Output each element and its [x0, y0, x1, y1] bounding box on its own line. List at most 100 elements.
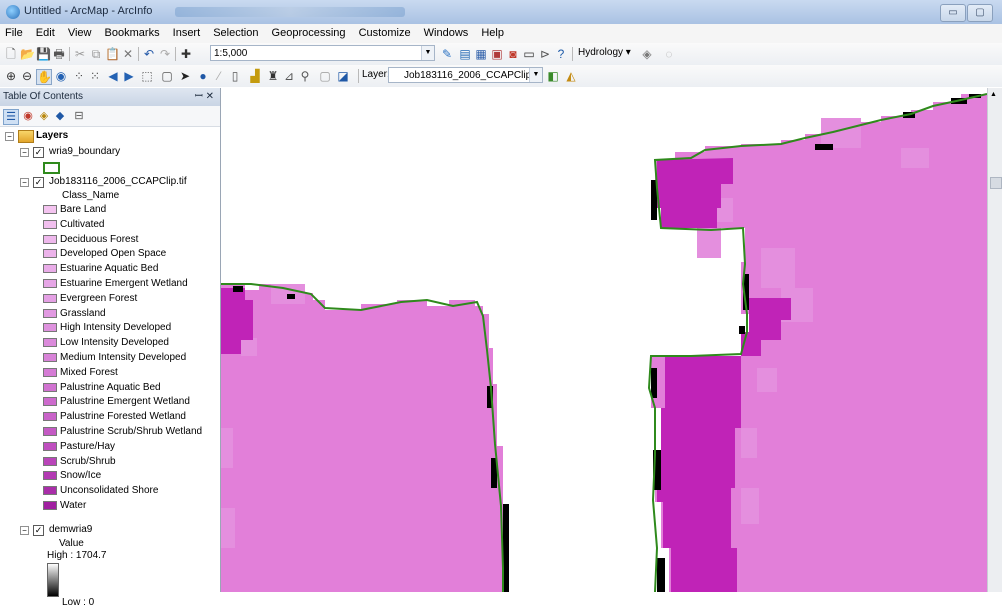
time-slider-icon[interactable]: ▢ — [318, 69, 332, 83]
fixed-zoom-out-icon[interactable]: ⁙ — [88, 69, 102, 83]
class-label: Deciduous Forest — [60, 233, 139, 245]
select-elements-icon[interactable]: ➤ — [178, 69, 192, 83]
toc-close-icon[interactable]: ꟷ ✕ — [195, 88, 214, 106]
map-scale-combo[interactable]: 1:5,000 ▼ — [210, 45, 435, 61]
open-folder-icon[interactable]: 📂 — [20, 47, 35, 61]
new-document-icon[interactable]: 🗋 — [4, 47, 18, 61]
save-icon[interactable]: 💾 — [36, 47, 51, 61]
undo-icon[interactable]: ↶ — [142, 47, 156, 61]
class-color-swatch — [43, 367, 57, 377]
chevron-down-icon: ▼ — [421, 46, 434, 60]
menu-windows[interactable]: Windows — [419, 24, 474, 39]
search-window-icon[interactable]: ▣ — [490, 47, 504, 61]
paste-icon[interactable]: 📋 — [105, 47, 120, 61]
menu-selection[interactable]: Selection — [208, 24, 263, 39]
toc-options-icon[interactable]: ⊟ — [72, 109, 86, 123]
scroll-up-icon[interactable]: ▲ — [990, 91, 997, 98]
delete-icon[interactable]: ✕ — [121, 47, 135, 61]
effects-icon[interactable]: ◭ — [564, 69, 578, 83]
class-label: Palustrine Forested Wetland — [60, 411, 186, 423]
list-by-visibility-icon[interactable]: ◈ — [37, 109, 51, 123]
whats-this-icon[interactable]: ? — [554, 47, 568, 61]
menu-bookmarks[interactable]: Bookmarks — [100, 24, 165, 39]
arctoolbox-icon[interactable]: ◙ — [506, 47, 520, 61]
table-of-contents-icon[interactable]: ▤ — [458, 47, 472, 61]
add-data-icon[interactable]: ✚ — [179, 47, 193, 61]
chevron-down-icon: ▼ — [529, 68, 542, 82]
select-features-icon[interactable]: ⬚ — [140, 69, 154, 83]
editor-toolbar-icon[interactable]: ✎ — [440, 47, 454, 61]
create-viewer-icon[interactable]: ◪ — [336, 69, 350, 83]
boundary-layer-checkbox[interactable]: ✓ — [33, 147, 44, 158]
class-color-swatch — [43, 397, 57, 407]
clear-selection-icon[interactable]: ▢ — [160, 69, 174, 83]
class-color-swatch — [43, 412, 57, 422]
menu-view[interactable]: View — [63, 24, 97, 39]
hydrology-toolbar[interactable]: Hydrology ▾ — [578, 47, 631, 58]
class-label: Medium Intensity Developed — [60, 352, 187, 363]
cut-icon[interactable]: ✂ — [73, 47, 87, 61]
menu-insert[interactable]: Insert — [168, 24, 206, 39]
go-to-xy-icon[interactable]: ⚲ — [298, 69, 312, 83]
class-label: Scrub/Shrub — [60, 455, 116, 467]
pan-icon[interactable]: ✋ — [36, 69, 52, 85]
scroll-thumb[interactable] — [990, 177, 1002, 189]
forward-extent-icon[interactable]: ▶ — [122, 69, 136, 83]
python-window-icon[interactable]: ▭ — [522, 47, 536, 61]
map-vertical-scrollbar[interactable]: ▲ — [987, 88, 1002, 592]
class-color-swatch — [43, 441, 57, 451]
zoom-out-icon[interactable]: ⊖ — [20, 69, 34, 83]
layers-root-label: Layers — [36, 130, 69, 141]
map-canvas[interactable] — [221, 88, 987, 592]
class-color-swatch — [43, 219, 57, 229]
menu-customize[interactable]: Customize — [354, 24, 416, 39]
collapse-icon[interactable]: − — [20, 178, 29, 187]
model-builder-icon[interactable]: ⊳ — [538, 47, 552, 61]
collapse-icon[interactable]: − — [20, 148, 29, 157]
copy-icon[interactable]: ⧉ — [89, 47, 103, 61]
hydrology-tool-icon[interactable]: ◈ — [640, 47, 654, 61]
find-route-icon[interactable]: ▟ — [248, 69, 262, 83]
hyperlink-icon[interactable]: ⁄ — [212, 69, 226, 83]
identify-icon[interactable]: ● — [196, 69, 210, 83]
list-by-drawing-order-icon[interactable]: ☰ — [3, 109, 19, 125]
collapse-icon[interactable]: − — [5, 132, 14, 141]
collapse-icon[interactable]: − — [20, 526, 29, 535]
swipe-icon[interactable]: ◧ — [546, 69, 560, 83]
class-color-swatch — [43, 264, 57, 274]
maximize-button[interactable]: ▢ — [967, 4, 993, 22]
boundary-layer-label: wria9_boundary — [49, 146, 121, 157]
standard-toolbar: 🗋 📂 💾 🖶 ✂ ⧉ 📋 ✕ ↶ ↷ ✚ 1:5,000 ▼ ✎ ▤ ▦ ▣ ◙… — [0, 43, 1002, 65]
dem-low-label: Low : 0 — [62, 597, 95, 608]
ccap-layer-checkbox[interactable]: ✓ — [33, 177, 44, 188]
layer-select-combo[interactable]: Job183116_2006_CCAPClip ▼ — [388, 67, 543, 83]
menu-edit[interactable]: Edit — [31, 24, 60, 39]
window-title: Untitled - ArcMap - ArcInfo — [24, 5, 153, 17]
menu-file[interactable]: File — [0, 24, 28, 39]
class-color-swatch — [43, 486, 57, 496]
html-popup-icon[interactable]: ▯ — [228, 69, 242, 83]
menu-help[interactable]: Help — [476, 24, 509, 39]
back-extent-icon[interactable]: ◀ — [106, 69, 120, 83]
map-scale-value: 1:5,000 — [214, 48, 248, 59]
minimize-button[interactable]: ▭ — [940, 4, 966, 22]
map-display[interactable] — [221, 88, 987, 592]
measure-icon[interactable]: ⊿ — [282, 69, 296, 83]
fixed-zoom-in-icon[interactable]: ⁘ — [72, 69, 86, 83]
list-by-selection-icon[interactable]: ◆ — [53, 109, 67, 123]
catalog-icon[interactable]: ▦ — [474, 47, 488, 61]
find-icon[interactable]: ♜ — [266, 69, 280, 83]
print-icon[interactable]: 🖶 — [52, 47, 66, 61]
list-by-source-icon[interactable]: ◉ — [21, 109, 35, 123]
class-label: Low Intensity Developed — [60, 337, 169, 349]
ccap-layer-label: Job183116_2006_CCAPClip.tif — [49, 176, 187, 187]
redo-icon[interactable]: ↷ — [158, 47, 172, 61]
menu-geoprocessing[interactable]: Geoprocessing — [267, 24, 351, 39]
land-parcel-left — [221, 284, 509, 592]
class-label: Palustrine Aquatic Bed — [60, 381, 161, 393]
zoom-in-icon[interactable]: ⊕ — [4, 69, 18, 83]
full-extent-icon[interactable]: ◉ — [54, 69, 68, 83]
hydrology-tool-2-icon[interactable]: ◌ — [662, 47, 676, 61]
class-field-label: Class_Name — [62, 190, 120, 201]
dem-layer-checkbox[interactable]: ✓ — [33, 525, 44, 536]
